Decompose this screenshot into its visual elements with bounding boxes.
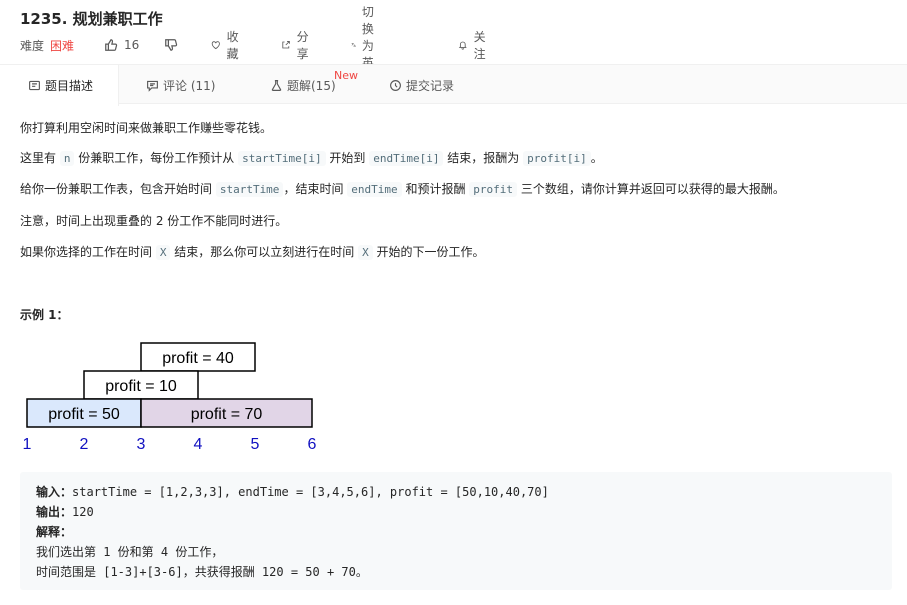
like-button[interactable]: 16 [104, 38, 139, 52]
text-segment: 和预计报酬 [401, 182, 470, 196]
job-label: profit = 50 [48, 406, 120, 423]
difficulty-label: 难度 [20, 38, 45, 53]
tab-submissions[interactable]: 提交记录 [389, 65, 454, 105]
example-code-block: 输入：startTime = [1,2,3,3], endTime = [3,4… [20, 472, 892, 590]
tab-solutions-label: 题解(15) [287, 78, 336, 93]
input-value: startTime = [1,2,3,3], endTime = [3,4,5,… [72, 485, 549, 499]
output-value: 120 [72, 505, 94, 519]
heart-icon [211, 41, 220, 50]
time-tick-label: 2 [80, 436, 89, 453]
follow-button[interactable]: 关注 [458, 28, 490, 62]
dislike-button[interactable] [164, 38, 178, 52]
text-segment: 结束，报酬为 [443, 151, 524, 165]
job-box: profit = 10 [83, 370, 199, 400]
input-label: 输入： [36, 485, 73, 499]
tab-solutions[interactable]: 题解(15) [270, 65, 336, 105]
comment-icon [147, 80, 158, 92]
problem-title: 1235. 规划兼职工作 [20, 10, 163, 28]
output-label: 输出： [36, 505, 73, 519]
flask-icon [271, 79, 282, 91]
explanation-line-1: 我们选出第 1 份和第 4 份工作， [36, 545, 224, 559]
like-count: 16 [124, 38, 140, 52]
translate-icon [351, 43, 356, 47]
new-badge: New [334, 69, 358, 82]
inline-code: profit[i] [523, 151, 591, 166]
example-title: 示例 1： [20, 308, 69, 322]
bell-icon [458, 41, 467, 50]
time-tick-label: 4 [194, 436, 203, 453]
favorite-button[interactable]: 收藏 [211, 28, 243, 62]
description-paragraph-3: 给你一份兼职工作表，包含开始时间 startTime ，结束时间 endTime … [20, 179, 785, 200]
inline-code: X [155, 245, 171, 260]
problem-meta-bar: 难度 困难 16 收藏 分享 切换为英文 关注 [20, 5, 486, 87]
share-label: 分享 [296, 30, 309, 61]
clock-icon [390, 79, 401, 91]
text-segment: 给你一份兼职工作表，包含开始时间 [20, 182, 216, 196]
description-paragraph-2: 这里有 n 份兼职工作，每份工作预计从 startTime[i] 开始到 end… [20, 148, 603, 169]
favorite-label: 收藏 [226, 30, 239, 61]
problem-tabs: 题目描述 评论 (11) 题解(15) New 提交记录 [0, 64, 907, 106]
description-paragraph-1: 你打算利用空闲时间来做兼职工作赚些零花钱。 [20, 121, 273, 135]
job-box: profit = 40 [140, 342, 256, 372]
text-segment: 开始到 [325, 151, 370, 165]
inline-code: X [358, 245, 373, 260]
description-paragraph-4: 注意，时间上出现重叠的 2 份工作不能同时进行。 [20, 214, 288, 228]
text-segment: ，结束时间 [283, 182, 348, 196]
text-segment: 开始的下一份工作。 [372, 245, 485, 259]
job-box: profit = 50 [26, 398, 142, 428]
text-segment: 结束，那么你可以立刻进行在时间 [170, 245, 359, 259]
tab-comments-label: 评论 (11) [163, 78, 216, 93]
example-schedule-diagram: profit = 40 profit = 10 profit = 50 profit … [23, 342, 317, 453]
description-paragraph-5: 如果你选择的工作在时间 X 结束，那么你可以立刻进行在时间 X 开始的下一份工作… [20, 242, 485, 263]
tab-submissions-label: 提交记录 [406, 78, 455, 93]
text-segment: 份兼职工作，每份工作预计从 [74, 151, 239, 165]
job-label: profit = 10 [105, 378, 177, 395]
time-tick-label: 6 [308, 436, 317, 453]
time-tick-label: 3 [137, 436, 146, 453]
text-segment: 。 [590, 151, 603, 165]
difficulty-badge: 困难 [50, 38, 75, 53]
inline-code: endTime[i] [369, 151, 444, 166]
explanation-label: 解释： [36, 525, 73, 539]
time-tick-label: 1 [23, 436, 32, 453]
time-tick-label: 5 [251, 436, 260, 453]
text-segment: 这里有 [20, 151, 60, 165]
job-box: profit = 70 [140, 398, 313, 428]
thumbs-up-icon [105, 39, 118, 51]
job-label: profit = 70 [191, 406, 263, 423]
document-icon [29, 80, 40, 91]
thumbs-down-icon [165, 39, 178, 51]
tab-description[interactable]: 题目描述 [0, 65, 119, 106]
text-segment: 如果你选择的工作在时间 [20, 245, 156, 259]
share-button[interactable]: 分享 [281, 28, 313, 62]
inline-code: profit [469, 182, 518, 197]
follow-label: 关注 [473, 30, 486, 61]
job-label: profit = 40 [162, 350, 234, 367]
inline-code: startTime [215, 182, 284, 197]
inline-code: startTime[i] [238, 151, 326, 166]
inline-code: endTime [347, 182, 402, 197]
inline-code: n [59, 151, 75, 166]
tab-comments[interactable]: 评论 (11) [146, 65, 215, 105]
text-segment: 三个数组，请你计算并返回可以获得的最大报酬。 [517, 182, 785, 196]
share-icon [282, 40, 290, 49]
explanation-line-2: 时间范围是 [1-3]+[3-6]，共获得报酬 120 = 50 + 70。 [36, 565, 368, 579]
tab-description-label: 题目描述 [45, 79, 94, 93]
